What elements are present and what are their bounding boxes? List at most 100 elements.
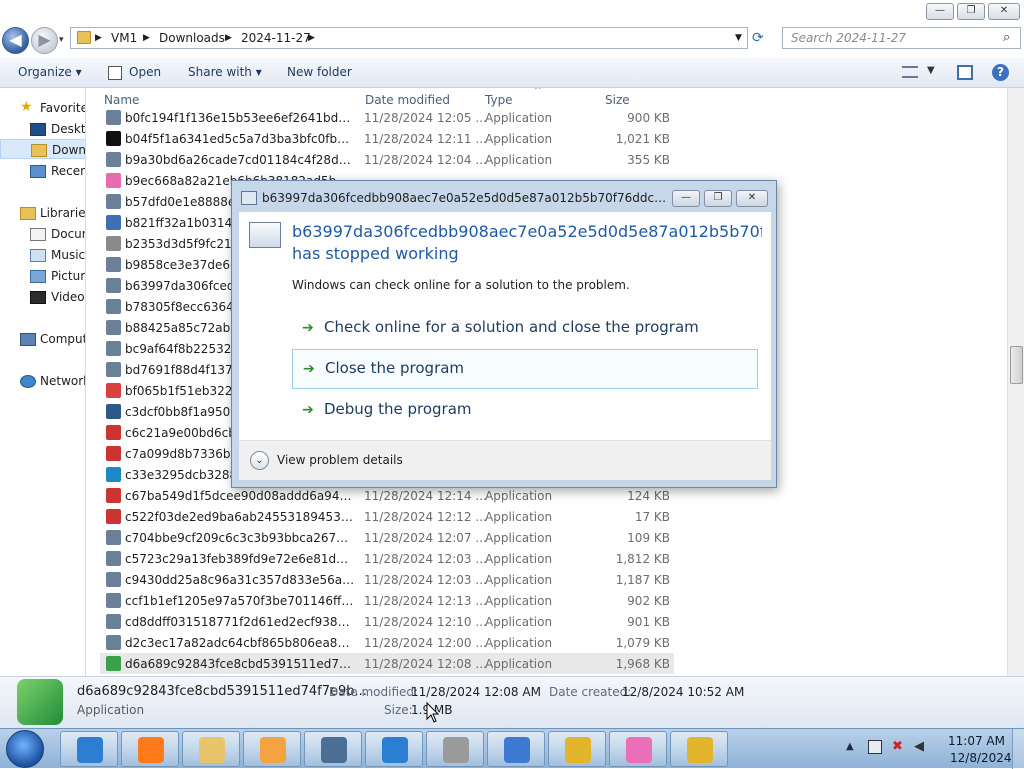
action-center-icon[interactable] <box>868 740 882 754</box>
address-bar[interactable]: ▶ VM1 ▶ Downloads ▶ 2024-11-27 ▶ ▼ <box>70 27 748 49</box>
nav-music[interactable]: Music <box>0 245 85 265</box>
downloads-folder-icon <box>31 144 47 157</box>
file-row[interactable]: b9a30bd6a26cade7cd01184c4f28dd3c18d... 11… <box>100 149 674 170</box>
clock-time[interactable]: 11:07 AM <box>948 734 1005 748</box>
minimize-button[interactable]: — <box>926 3 954 20</box>
details-date-modified-value: 11/28/2024 12:08 AM <box>411 685 541 699</box>
start-button[interactable] <box>6 730 44 768</box>
details-pane: d6a689c92843fce8cbd5391511ed74f7e9b... A… <box>0 676 1024 728</box>
file-row[interactable]: c5723c29a13feb389fd9e72e6e81d914c069... 1… <box>100 548 674 569</box>
column-header-type[interactable]: Type <box>485 93 513 107</box>
taskbar-firefox-button[interactable] <box>121 731 179 767</box>
taskbar-warning-app-2-button[interactable] <box>670 731 728 767</box>
breadcrumb-vm1[interactable]: VM1 <box>111 31 137 45</box>
libraries-icon <box>20 207 36 220</box>
volume-icon[interactable]: ◀ <box>914 739 924 754</box>
nav-pictures[interactable]: Pictures <box>0 266 85 286</box>
check-online-option[interactable]: ➔ Check online for a solution and close … <box>292 309 758 349</box>
file-name: b04f5f1a6341ed5c5a7d3ba3bfc0fb649d3f... <box>125 132 355 146</box>
dialog-maximize-button[interactable]: ❐ <box>704 190 732 207</box>
help-icon[interactable]: ? <box>992 64 1009 81</box>
taskbar-pink-ball-app-button[interactable] <box>609 731 667 767</box>
show-desktop-button[interactable] <box>1012 729 1024 769</box>
file-row[interactable]: c9430dd25a8c96a31c357d833e56ad0fd02... 11… <box>100 569 674 590</box>
file-row[interactable]: b04f5f1a6341ed5c5a7d3ba3bfc0fb649d3f... 1… <box>100 128 674 149</box>
file-row[interactable]: c67ba549d1f5dcee90d08addd6a9468a4db... 11… <box>100 485 674 506</box>
address-row: ◀ ▶ ▾ ▶ VM1 ▶ Downloads ▶ 2024-11-27 ▶ ▼… <box>0 26 1024 58</box>
breadcrumb-date-folder[interactable]: 2024-11-27 <box>241 31 311 45</box>
open-button[interactable]: Open <box>129 65 161 79</box>
view-dropdown-icon[interactable]: ▼ <box>927 65 935 76</box>
file-row[interactable]: cd8ddff031518771f2d61ed2ecf9384a4fd8... 1… <box>100 611 674 632</box>
breadcrumb-downloads[interactable]: Downloads <box>159 31 225 45</box>
scrollbar-thumb[interactable] <box>1010 346 1023 384</box>
column-header-size[interactable]: Size <box>605 93 630 107</box>
taskbar-warning-app-1-button[interactable] <box>548 731 606 767</box>
file-size: 1,021 KB <box>615 132 670 146</box>
view-problem-details-link[interactable]: View problem details <box>277 453 403 467</box>
taskbar-network-tool-button[interactable] <box>487 731 545 767</box>
file-row[interactable]: d2c3ec17a82adc64cbf865b806ea8df48efc... 1… <box>100 632 674 653</box>
close-button[interactable]: ✕ <box>988 3 1020 20</box>
nav-videos[interactable]: Videos <box>0 287 85 307</box>
dialog-minimize-button[interactable]: — <box>672 190 700 207</box>
back-button[interactable]: ◀ <box>2 27 29 54</box>
file-size: 1,187 KB <box>615 573 670 587</box>
debug-program-option[interactable]: ➔ Debug the program <box>292 391 758 431</box>
details-date-modified-label: Date modified: <box>329 685 419 699</box>
dialog-title: b63997da306fcedbb908aec7e0a52e5d0d5e87a0… <box>262 191 672 205</box>
search-input[interactable]: Search 2024-11-27 <box>782 27 1021 49</box>
column-header-date-modified[interactable]: Date modified <box>365 93 450 107</box>
nav-downloads[interactable]: Downloads <box>0 139 85 159</box>
file-date-modified: 11/28/2024 12:12 ... <box>364 510 487 524</box>
file-name: d2c3ec17a82adc64cbf865b806ea8df48efc... <box>125 636 355 650</box>
nav-documents[interactable]: Documents <box>0 224 85 244</box>
clock-date[interactable]: 12/8/2024 <box>950 751 1012 765</box>
nav-network[interactable]: Network <box>0 371 85 391</box>
taskbar-document-app-button[interactable] <box>426 731 484 767</box>
search-icon[interactable]: ⌕ <box>1003 30 1010 45</box>
maximize-button[interactable]: ❐ <box>957 3 985 20</box>
file-row[interactable]: d6a689c92843fce8cbd5391511ed74f7e9b6... 1… <box>100 653 674 674</box>
organize-button[interactable]: Organize ▾ <box>18 65 82 79</box>
show-hidden-icons-icon[interactable]: ▲ <box>846 741 854 752</box>
taskbar-media-player-button[interactable] <box>243 731 301 767</box>
view-options-icon[interactable] <box>902 66 918 78</box>
vertical-scrollbar[interactable] <box>1007 88 1024 676</box>
nav-desktop[interactable]: Desktop <box>0 119 85 139</box>
taskbar-internet-explorer-button[interactable] <box>60 731 118 767</box>
file-row[interactable]: c522f03de2ed9ba6ab245531894530cbccd... 11… <box>100 506 674 527</box>
refresh-icon[interactable]: ⟳ <box>752 30 774 48</box>
nav-libraries[interactable]: Libraries <box>0 203 85 223</box>
nav-favorites[interactable]: ★ Favorites <box>0 98 85 118</box>
close-program-option[interactable]: ➔ Close the program <box>292 349 758 389</box>
forward-button[interactable]: ▶ <box>31 27 58 54</box>
column-header-name[interactable]: Name <box>104 93 139 107</box>
new-folder-button[interactable]: New folder <box>287 65 352 79</box>
dialog-close-button[interactable]: ✕ <box>736 190 768 207</box>
share-with-button[interactable]: Share with ▾ <box>188 65 262 79</box>
nav-computer[interactable]: Computer <box>0 329 85 349</box>
file-row[interactable]: ccf1b1ef1205e97a570f3be701146ffcaeeb5...… <box>100 590 674 611</box>
nav-recent-places[interactable]: Recent Places <box>0 161 85 181</box>
file-row[interactable]: c704bbe9cf209c6c3c3b93bbca2671805ae... 11… <box>100 527 674 548</box>
file-icon <box>106 131 121 146</box>
file-row[interactable]: b0fc194f1f136e15b53ee6ef2641bd3fdaf3b...… <box>100 107 674 128</box>
network-status-icon[interactable]: ✖ <box>892 739 903 754</box>
file-icon <box>106 257 121 272</box>
file-icon <box>106 383 121 398</box>
file-date-modified: 11/28/2024 12:05 ... <box>364 111 487 125</box>
address-dropdown-icon[interactable]: ▼ <box>735 33 742 43</box>
expand-chevron-icon[interactable]: ⌄ <box>250 451 269 470</box>
file-icon <box>106 404 121 419</box>
taskbar-x-app-button[interactable] <box>365 731 423 767</box>
preview-pane-icon[interactable] <box>957 65 973 80</box>
file-icon <box>106 215 121 230</box>
file-icon <box>106 278 121 293</box>
dialog-body: b63997da306fcedbb908aec7e0a52e5d0d5e87a0… <box>239 212 771 440</box>
taskbar-control-panel-button[interactable] <box>304 731 362 767</box>
recent-pages-dropdown[interactable]: ▾ <box>59 35 64 45</box>
breadcrumb-separator-icon: ▶ <box>95 33 102 43</box>
taskbar-file-explorer-button[interactable] <box>182 731 240 767</box>
breadcrumb-separator-icon: ▶ <box>143 33 150 43</box>
